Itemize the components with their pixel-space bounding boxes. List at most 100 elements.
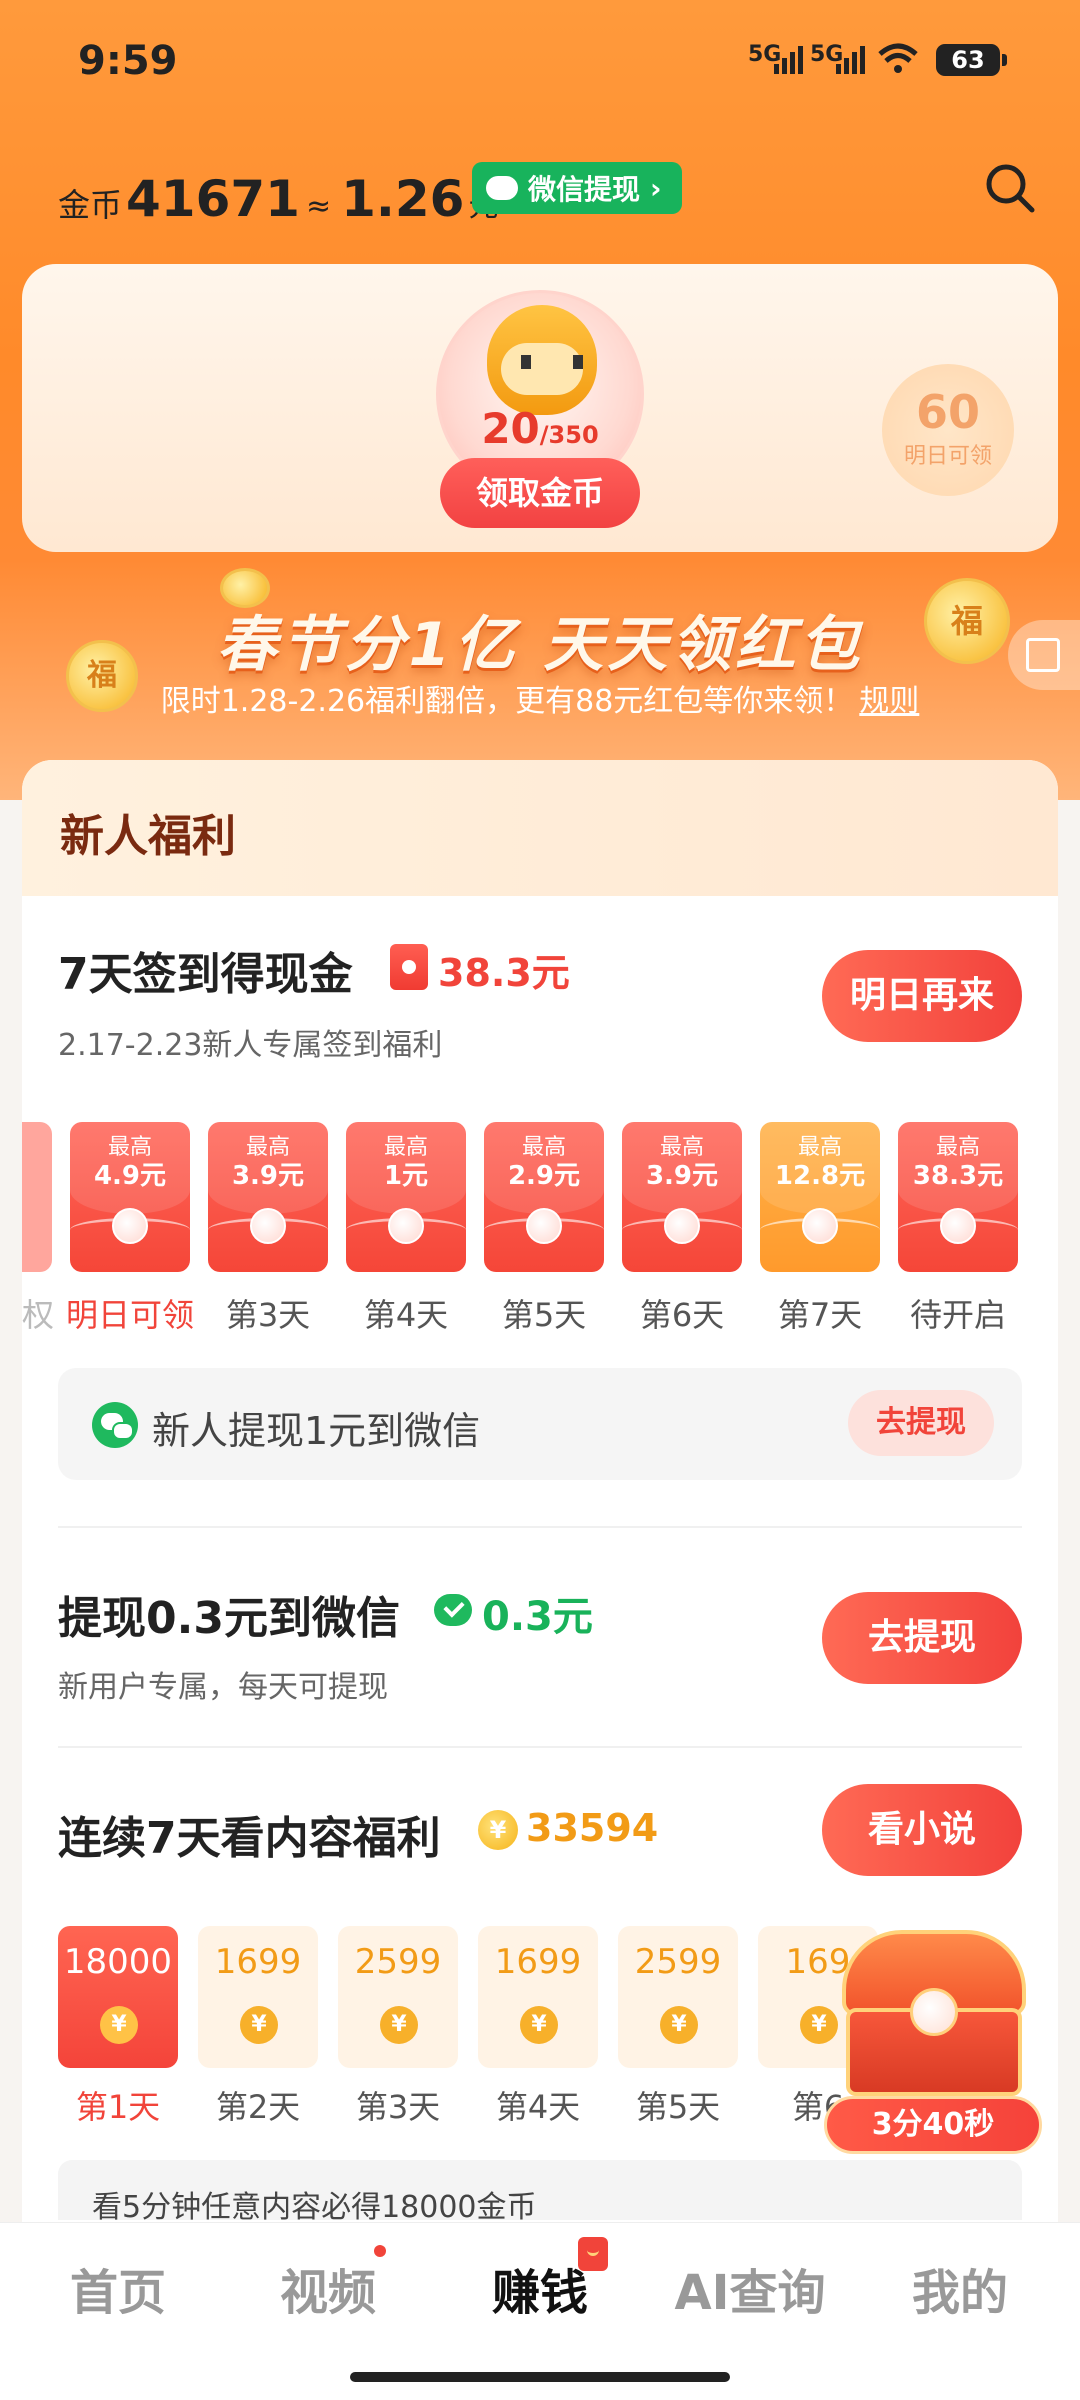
day-reward-value: 2599 [354,1942,442,1982]
search-icon[interactable] [982,160,1038,216]
checkin-day-label: 第6天 [639,1296,725,1334]
day-reward-value: 1699 [214,1942,302,1982]
packet-value: 2.9元 [507,1161,581,1191]
withdraw-task-amount: 0.3元 [482,1594,593,1640]
progress-total: /350 [539,421,599,449]
content-task-tip-text: 看5分钟任意内容必得18000金币 [92,2190,537,2225]
newbie-section-title: 新人福利 [60,811,236,862]
packet-top-label: 最高 [935,1135,980,1160]
packet-top-label: 最高 [797,1135,842,1160]
gold-coin-icon: ¥ [478,1810,518,1850]
packet-seal-icon [526,1208,562,1244]
red-packet-edge [22,1122,52,1272]
checkin-amount: 38.3元 [438,951,570,995]
nav-video[interactable]: 视频 [228,2253,428,2323]
read-novel-button[interactable]: 看小说 [822,1784,1022,1876]
packet-seal-icon [664,1208,700,1244]
gold-coin-icon: ¥ [100,2006,138,2044]
come-back-tomorrow-button[interactable]: 明日再来 [822,950,1022,1042]
checkin-day-label: 明日可领 [65,1296,194,1334]
festival-subtitle: 限时1.28-2.26福利翻倍，更有88元红包等你来领！ 规则 [0,676,1080,720]
packet-value: 4.9元 [93,1161,167,1191]
content-day-label: 第5天 [635,2088,721,2126]
content-day-reward: 1699 ¥ [478,1926,598,2068]
wechat-withdraw-label: 微信提现 [528,173,641,206]
content-day-label: 第1天 [75,2088,161,2126]
tomorrow-value: 60 [915,385,980,439]
packet-seal-icon [388,1208,424,1244]
checkin-red-packet[interactable]: 最高 4.9元 [70,1122,190,1272]
fullscreen-icon [1026,638,1060,672]
checkin-red-packet[interactable]: 最高 3.9元 [208,1122,328,1272]
red-packet-icon [390,944,428,990]
content-task-amount: 33594 [526,1806,659,1850]
claim-coins-button[interactable]: 领取金币 [440,458,640,528]
newbie-withdraw-text: 新人提现1元到微信 [152,1409,481,1453]
content-day-label: 第3天 [355,2088,441,2126]
checkin-red-packet[interactable]: 最高 2.9元 [484,1122,604,1272]
packet-top-label: 最高 [659,1135,704,1160]
packet-seal-icon [250,1208,286,1244]
wechat-icon [92,1402,138,1448]
checkin-red-packet[interactable]: 最高 1元 [346,1122,466,1272]
packet-value: 3.9元 [645,1161,719,1191]
packet-value: 1元 [383,1161,429,1191]
withdraw-task-subtitle: 新用户专属，每天可提现 [58,1670,388,1705]
tomorrow-label: 明日可领 [903,444,992,469]
content-task-title: 连续7天看内容福利 [58,1813,441,1864]
content-day-reward: 18000 ¥ [58,1926,178,2068]
withdraw-task-title: 提现0.3元到微信 [58,1593,400,1644]
status-time: 9:59 [78,38,178,84]
battery-icon: 63 [936,44,1007,76]
checkin-day-label: 第7天 [777,1296,863,1334]
gold-coin-icon: ¥ [800,2006,838,2044]
coin-value: 41671 [126,170,300,228]
rules-link[interactable]: 规则 [859,684,919,719]
divider [58,1746,1022,1748]
nav-ai-query[interactable]: AI查询 [650,2253,850,2323]
approx-sign: ≈ [305,189,332,224]
checkin-red-packet[interactable]: 最高 3.9元 [622,1122,742,1272]
content-day-reward: 2599 ¥ [618,1926,738,2068]
notification-dot-icon [374,2245,386,2257]
edge-day-label: 权 [22,1296,55,1334]
cash-value: 1.26 [341,170,465,228]
wifi-icon [878,43,918,73]
checkin-day-label: 第3天 [225,1296,311,1334]
checkin-day-label: 第4天 [363,1296,449,1334]
coin-balance: 金币 41671 ≈ 1.26 元 [58,170,498,230]
chevron-right-icon: › [650,171,662,205]
festival-title: 春节分1亿 天天领红包 [216,610,864,680]
packet-value: 3.9元 [231,1161,305,1191]
tomorrow-coin-bubble[interactable]: 60 明日可领 [882,364,1014,496]
nav-earn[interactable]: 赚钱 [440,2253,640,2323]
wechat-withdraw-button[interactable]: 微信提现 › [472,162,682,214]
nav-mine[interactable]: 我的 [860,2253,1060,2323]
day-reward-value: 18000 [63,1942,173,1982]
divider [58,1526,1022,1528]
fullscreen-side-tab[interactable] [1008,620,1080,690]
chest-countdown: 3分40秒 [824,2096,1042,2154]
gold-coin-icon: ¥ [520,2006,558,2044]
home-indicator [350,2372,730,2382]
gold-coin-icon: ¥ [240,2006,278,2044]
gold-coin-icon: ¥ [380,2006,418,2044]
wechat-check-icon [434,1594,472,1626]
packet-top-label: 最高 [107,1135,152,1160]
newbie-withdraw-button[interactable]: 去提现 [848,1390,994,1456]
content-day-reward: 2599 ¥ [338,1926,458,2068]
status-bar: 9:59 5G 5G 63 [0,38,1080,88]
day-reward-value: 2599 [634,1942,722,1982]
checkin-red-packet[interactable]: 最高 12.8元 [760,1122,880,1272]
checkin-red-packet[interactable]: 最高 38.3元 [898,1122,1018,1272]
signal-bars-icon-2 [836,46,865,74]
day-reward-value: 1699 [494,1942,582,1982]
signal-bars-icon [774,46,803,74]
nav-home[interactable]: 首页 [18,2253,218,2323]
packet-value: 38.3元 [912,1161,1004,1191]
checkin-title: 7天签到得现金 [58,949,353,1000]
withdraw-task-button[interactable]: 去提现 [822,1592,1022,1684]
festival-subtitle-text: 限时1.28-2.26福利翻倍，更有88元红包等你来领！ [160,684,854,719]
checkin-day-label: 第5天 [501,1296,587,1334]
treasure-chest-icon[interactable] [836,1930,1032,2106]
